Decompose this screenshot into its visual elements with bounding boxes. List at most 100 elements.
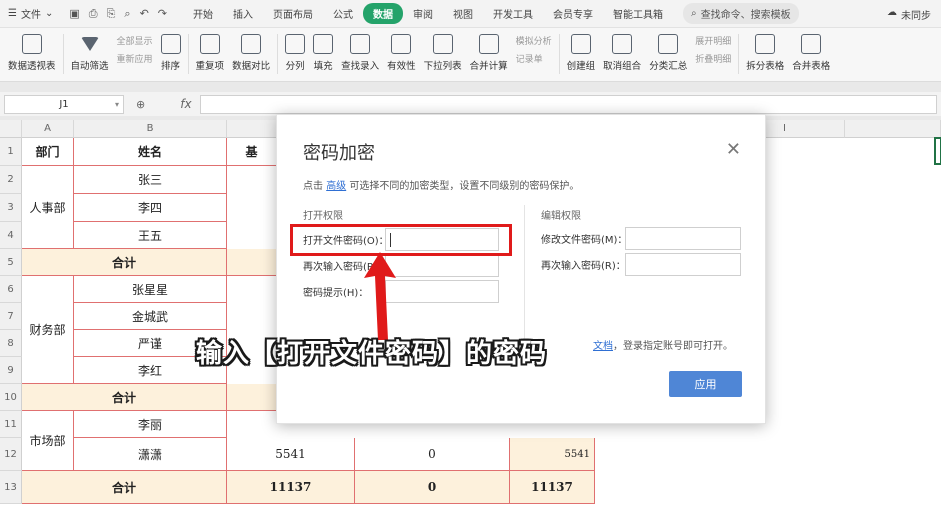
pivot-table-button[interactable]: 数据透视表 <box>4 28 60 72</box>
merge-table-button[interactable]: 合并表格 <box>788 28 834 72</box>
value-cell[interactable]: 0 <box>355 438 510 471</box>
header-cell-dept[interactable]: 部门 <box>22 138 74 166</box>
what-if-button[interactable]: 模拟分析 <box>516 34 552 47</box>
row-header[interactable]: 12 <box>0 438 22 471</box>
consolidate-button[interactable]: 合并计算 <box>466 28 512 72</box>
duplicates-button[interactable]: 重复项 <box>192 28 229 72</box>
name-box[interactable]: J1 ▾ <box>4 94 124 114</box>
edit-password-input[interactable] <box>625 227 741 250</box>
row-header[interactable]: 2 <box>0 166 22 194</box>
tab-data[interactable]: 数据 <box>363 3 403 24</box>
tab-view[interactable]: 视图 <box>443 3 483 24</box>
name-cell[interactable]: 李丽 <box>74 411 227 438</box>
dept-cell[interactable]: 人事部 <box>22 166 74 249</box>
zoom-icon[interactable]: ⊕ <box>136 98 145 111</box>
file-menu[interactable]: ☰ 文件 ⌄ <box>0 6 61 21</box>
subtotal-value-cell[interactable] <box>227 249 277 276</box>
preview-icon[interactable]: ⌕ <box>124 7 130 21</box>
value-cell[interactable]: 5541 <box>510 438 595 471</box>
chevron-down-icon: ▾ <box>114 99 119 109</box>
column-header-j[interactable] <box>845 120 941 138</box>
tab-formulas[interactable]: 公式 <box>323 3 363 24</box>
name-cell[interactable]: 王五 <box>74 222 227 249</box>
split-table-button[interactable]: 拆分表格 <box>742 28 788 72</box>
reapply-button[interactable]: 重新应用 <box>117 52 153 65</box>
row-header[interactable]: 5 <box>0 249 22 276</box>
name-cell[interactable]: 金城武 <box>74 303 227 330</box>
row-header[interactable]: 4 <box>0 222 22 249</box>
fill-button[interactable]: 填充 <box>309 28 337 72</box>
save-icon[interactable]: ▣ <box>69 7 79 21</box>
collapse-detail-button[interactable]: 折叠明细 <box>695 52 731 65</box>
name-cell[interactable]: 张三 <box>74 166 227 194</box>
row-header[interactable]: 11 <box>0 411 22 438</box>
tab-member[interactable]: 会员专享 <box>543 3 603 24</box>
row-header[interactable]: 13 <box>0 471 22 504</box>
sort-button[interactable]: 排序 <box>157 28 185 72</box>
tab-page-layout[interactable]: 页面布局 <box>263 3 323 24</box>
dropdown-list-button[interactable]: 下拉列表 <box>420 28 466 72</box>
row-header[interactable]: 7 <box>0 303 22 330</box>
row-header[interactable]: 8 <box>0 330 22 357</box>
row-header[interactable]: 9 <box>0 357 22 384</box>
validation-button[interactable]: 有效性 <box>383 28 420 72</box>
tab-home[interactable]: 开始 <box>183 3 223 24</box>
auto-filter-button[interactable]: 自动筛选 <box>67 28 113 72</box>
tab-developer[interactable]: 开发工具 <box>483 3 543 24</box>
function-icon[interactable]: fx <box>180 97 191 111</box>
password-hint-input[interactable] <box>385 280 499 303</box>
document-link[interactable]: 文档 <box>593 341 613 352</box>
row-header[interactable]: 10 <box>0 384 22 411</box>
edit-permission-title: 编辑权限 <box>541 211 581 222</box>
form-button[interactable]: 记录单 <box>516 52 552 65</box>
column-header-b[interactable]: B <box>74 120 227 138</box>
formula-input[interactable] <box>199 94 937 114</box>
close-icon[interactable]: ✕ <box>726 139 741 160</box>
tab-review[interactable]: 审阅 <box>403 3 443 24</box>
header-cell-base[interactable]: 基 <box>227 138 277 166</box>
subtotal-value-cell[interactable] <box>227 384 277 411</box>
name-cell[interactable]: 李四 <box>74 194 227 222</box>
subtotal-button[interactable]: 分类汇总 <box>645 28 691 72</box>
row-header[interactable]: 1 <box>0 138 22 166</box>
apply-button[interactable]: 应用 <box>669 371 742 397</box>
account-area[interactable]: ☁ 未同步 <box>887 7 931 22</box>
tab-smart-tools[interactable]: 智能工具箱 <box>603 3 673 24</box>
row-header[interactable]: 6 <box>0 276 22 303</box>
show-all-button[interactable]: 全部显示 <box>117 34 153 47</box>
expand-detail-button[interactable]: 展开明细 <box>695 34 731 47</box>
group-button[interactable]: 创建组 <box>563 28 600 72</box>
dialog-title: 密码加密 <box>303 143 375 164</box>
dept-cell[interactable]: 财务部 <box>22 276 74 384</box>
total-value-cell[interactable]: 11137 <box>510 471 595 504</box>
total-label-cell[interactable]: 合计 <box>22 471 227 504</box>
total-value-cell[interactable]: 11137 <box>227 471 355 504</box>
subtotal-cell[interactable]: 合计 <box>22 249 227 276</box>
total-value-cell[interactable]: 0 <box>355 471 510 504</box>
text-to-columns-button[interactable]: 分列 <box>281 28 309 72</box>
column-header-a[interactable]: A <box>22 120 74 138</box>
name-cell[interactable]: 潇潇 <box>74 438 227 471</box>
subtotal-cell[interactable]: 合计 <box>22 384 227 411</box>
dropdown-list-icon <box>432 34 453 54</box>
value-cell[interactable]: 5541 <box>227 438 355 471</box>
confirm-edit-password-input[interactable] <box>625 253 741 276</box>
name-cell[interactable]: 张星星 <box>74 276 227 303</box>
tab-insert[interactable]: 插入 <box>223 3 263 24</box>
advanced-link[interactable]: 高级 <box>326 181 346 192</box>
print-icon[interactable]: ⎘ <box>107 7 116 21</box>
selected-cell-j1[interactable] <box>934 137 941 165</box>
undo-icon[interactable]: ↶ <box>140 7 149 21</box>
ungroup-button[interactable]: 取消组合 <box>599 28 645 72</box>
data-compare-button[interactable]: 数据对比 <box>228 28 274 72</box>
command-search[interactable]: ⌕ 查找命令、搜索模板 <box>683 3 799 24</box>
export-icon[interactable]: ⎙ <box>89 7 98 21</box>
redo-icon[interactable]: ↷ <box>158 7 167 21</box>
lookup-entry-button[interactable]: 查找录入 <box>337 28 383 72</box>
confirm-open-password-input[interactable] <box>385 254 499 277</box>
subtotal-icon <box>658 34 679 54</box>
row-header[interactable]: 3 <box>0 194 22 222</box>
header-cell-name[interactable]: 姓名 <box>74 138 227 166</box>
dept-cell[interactable]: 市场部 <box>22 411 74 471</box>
select-all-corner[interactable] <box>0 120 22 138</box>
